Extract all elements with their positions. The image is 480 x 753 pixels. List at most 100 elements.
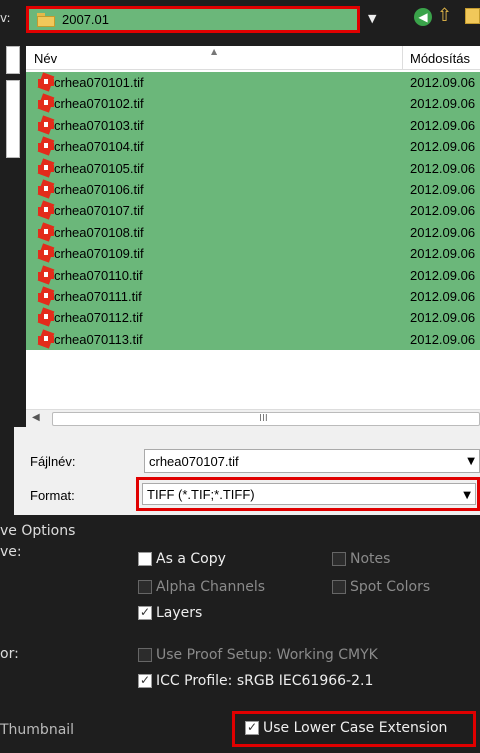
file-row[interactable]: crhea070106.tif 2012.09.06 <box>26 178 480 201</box>
places-item[interactable] <box>6 80 20 158</box>
file-date: 2012.09.06 <box>410 310 476 326</box>
tiff-file-icon <box>37 200 55 220</box>
checkbox-box[interactable] <box>332 552 346 566</box>
lower-case-highlight: Use Lower Case Extension <box>232 711 476 747</box>
as-a-copy-checkbox[interactable]: As a Copy <box>138 551 226 567</box>
filename-input[interactable] <box>145 450 455 472</box>
tiff-file-icon <box>37 93 55 113</box>
file-date: 2012.09.06 <box>410 331 476 347</box>
tiff-file-icon <box>37 222 55 242</box>
file-name: crhea070108.tif <box>54 224 144 240</box>
file-row[interactable]: crhea070111.tif 2012.09.06 <box>26 285 480 308</box>
scrollbar-grip: III <box>259 413 268 424</box>
file-name: crhea070105.tif <box>54 160 144 176</box>
chevron-down-icon[interactable]: ▼ <box>368 12 376 25</box>
color-label: or: <box>0 646 19 662</box>
file-row[interactable]: crhea070107.tif 2012.09.06 <box>26 200 480 222</box>
places-item[interactable] <box>6 46 20 74</box>
file-name: crhea070101.tif <box>54 75 144 90</box>
save-options-heading: ve Options <box>0 523 76 539</box>
chevron-down-icon[interactable]: ▼ <box>467 456 475 467</box>
checkbox-box[interactable] <box>138 648 152 662</box>
tiff-file-icon <box>37 157 55 178</box>
sort-ascending-icon: ▲ <box>211 47 218 56</box>
places-bar <box>0 40 26 410</box>
save-label: ve: <box>0 544 22 560</box>
checkbox-box[interactable] <box>138 552 152 566</box>
file-date: 2012.09.06 <box>410 96 476 112</box>
file-date: 2012.09.06 <box>410 117 476 133</box>
layers-checkbox[interactable]: Layers <box>138 605 202 621</box>
filename-label: Fájlnév: <box>30 454 76 469</box>
tiff-file-icon <box>37 264 55 285</box>
look-in-label: v: <box>0 11 11 25</box>
chevron-down-icon[interactable]: ▼ <box>463 490 471 501</box>
folder-toolbar: v: 2007.01 ▼ ◀ ⇧ <box>0 0 480 40</box>
lower-case-extension-label: Use Lower Case Extension <box>263 720 448 736</box>
tiff-file-icon <box>37 329 55 349</box>
file-row[interactable]: crhea070104.tif 2012.09.06 <box>26 136 480 158</box>
icc-profile-checkbox[interactable]: ICC Profile: sRGB IEC61966-2.1 <box>138 673 373 689</box>
file-name: crhea070110.tif <box>54 267 143 283</box>
column-header-date[interactable]: Módosítás <box>410 51 470 66</box>
file-row[interactable]: crhea070105.tif 2012.09.06 <box>26 157 480 179</box>
file-row[interactable]: crhea070108.tif 2012.09.06 <box>26 221 480 244</box>
format-select-box[interactable]: TIFF (*.TIF;*.TIFF) ▼ <box>142 483 476 505</box>
checkbox-box[interactable] <box>332 580 346 594</box>
file-row[interactable]: crhea070112.tif 2012.09.06 <box>26 307 480 329</box>
use-proof-setup-checkbox[interactable]: Use Proof Setup: Working CMYK <box>138 647 378 663</box>
tiff-file-icon <box>37 286 55 306</box>
scrollbar-thumb[interactable]: III <box>52 412 480 426</box>
file-row[interactable]: crhea070113.tif 2012.09.06 <box>26 328 480 351</box>
file-date: 2012.09.06 <box>410 224 476 240</box>
file-name: crhea070106.tif <box>54 181 144 197</box>
format-dropdown[interactable]: TIFF (*.TIF;*.TIFF) ▼ <box>136 477 480 511</box>
file-row[interactable]: crhea070101.tif 2012.09.06 <box>26 72 480 94</box>
format-label: Format: <box>30 488 75 503</box>
file-name: crhea070103.tif <box>54 117 144 133</box>
spot-colors-label: Spot Colors <box>350 579 431 595</box>
alpha-channels-checkbox[interactable]: Alpha Channels <box>138 579 265 595</box>
file-row[interactable]: crhea070109.tif 2012.09.06 <box>26 243 480 265</box>
file-date: 2012.09.06 <box>410 267 476 283</box>
checkbox-box[interactable] <box>245 720 259 735</box>
file-date: 2012.09.06 <box>410 288 476 304</box>
back-icon[interactable]: ◀ <box>414 8 432 26</box>
checkbox-box[interactable] <box>138 580 152 594</box>
tiff-file-icon <box>37 243 55 263</box>
notes-checkbox[interactable]: Notes <box>332 551 390 567</box>
column-divider[interactable] <box>402 46 403 70</box>
folder-name: 2007.01 <box>62 12 109 27</box>
new-folder-icon[interactable] <box>465 8 480 24</box>
file-date: 2012.09.06 <box>410 160 476 176</box>
use-proof-setup-label: Use Proof Setup: Working CMYK <box>156 647 378 663</box>
horizontal-scrollbar[interactable]: ◀ III <box>26 409 480 427</box>
file-date: 2012.09.06 <box>410 181 476 197</box>
column-header-name[interactable]: Név <box>34 51 57 66</box>
file-name: crhea070102.tif <box>54 96 144 112</box>
up-folder-icon[interactable]: ⇧ <box>437 5 459 27</box>
file-row[interactable]: crhea070102.tif 2012.09.06 <box>26 93 480 115</box>
checkbox-box[interactable] <box>138 673 152 688</box>
alpha-channels-label: Alpha Channels <box>156 579 266 595</box>
file-name: crhea070109.tif <box>54 246 144 262</box>
file-date: 2012.09.06 <box>410 75 476 90</box>
save-form: Fájlnév: ▼ Format: TIFF (*.TIF;*.TIFF) ▼… <box>0 427 480 753</box>
file-name: crhea070104.tif <box>54 139 144 155</box>
scroll-left-icon[interactable]: ◀ <box>32 412 40 423</box>
file-name: crhea070111.tif <box>54 288 142 304</box>
folder-dropdown[interactable]: 2007.01 <box>26 6 360 33</box>
file-date: 2012.09.06 <box>410 203 476 219</box>
file-row[interactable]: crhea070103.tif 2012.09.06 <box>26 114 480 137</box>
icc-profile-label: ICC Profile: sRGB IEC61966-2.1 <box>156 673 374 689</box>
file-date: 2012.09.06 <box>410 246 476 262</box>
format-value: TIFF (*.TIF;*.TIFF) <box>147 487 255 502</box>
layers-label: Layers <box>156 605 203 621</box>
file-row[interactable]: crhea070110.tif 2012.09.06 <box>26 264 480 286</box>
folder-icon <box>37 13 55 27</box>
checkbox-box[interactable] <box>138 605 152 620</box>
lower-case-extension-checkbox[interactable]: Use Lower Case Extension <box>245 720 447 736</box>
filename-field[interactable]: ▼ <box>144 449 480 473</box>
spot-colors-checkbox[interactable]: Spot Colors <box>332 579 430 595</box>
file-date: 2012.09.06 <box>410 139 476 155</box>
